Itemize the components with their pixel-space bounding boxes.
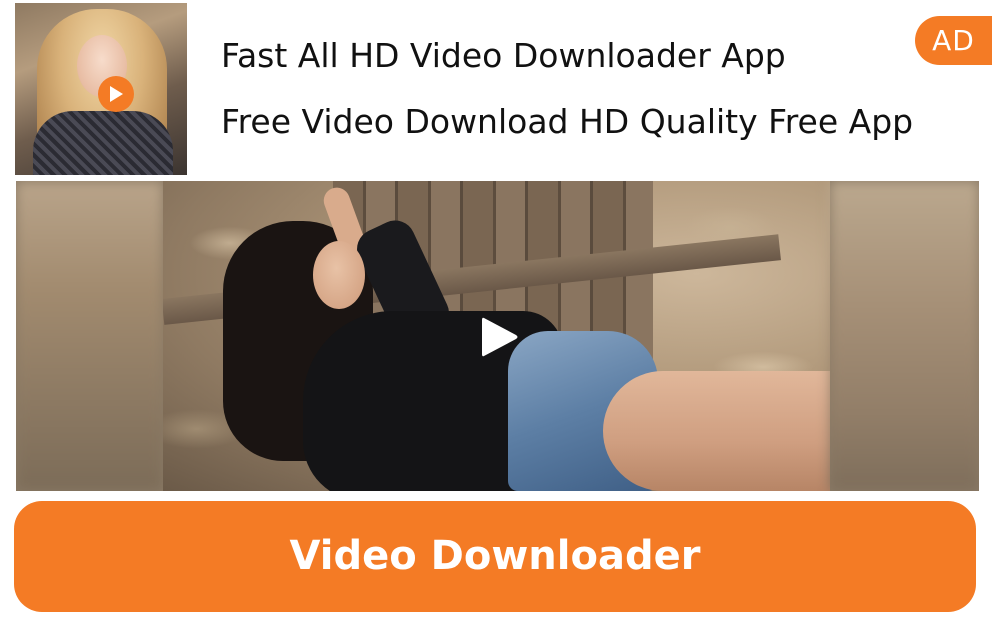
thumbnail-play-icon[interactable] — [98, 76, 134, 112]
play-icon[interactable] — [476, 314, 522, 360]
media-photo[interactable] — [163, 181, 830, 491]
ad-headline[interactable]: Fast All HD Video Downloader App — [221, 36, 786, 76]
photo-legs — [603, 371, 830, 491]
thumbnail-jacket — [33, 111, 173, 175]
media-blur-left — [16, 181, 163, 491]
play-icon — [110, 86, 123, 102]
ad-media[interactable] — [16, 181, 979, 491]
app-thumbnail-icon[interactable] — [15, 3, 187, 175]
ad-subline[interactable]: Free Video Download HD Quality Free App — [221, 102, 913, 142]
ad-card[interactable]: Fast All HD Video Downloader App Free Vi… — [0, 0, 992, 620]
video-downloader-button[interactable]: Video Downloader — [14, 501, 976, 612]
ad-badge: AD — [915, 16, 992, 65]
photo-face — [313, 241, 365, 309]
media-blur-right — [830, 181, 979, 491]
